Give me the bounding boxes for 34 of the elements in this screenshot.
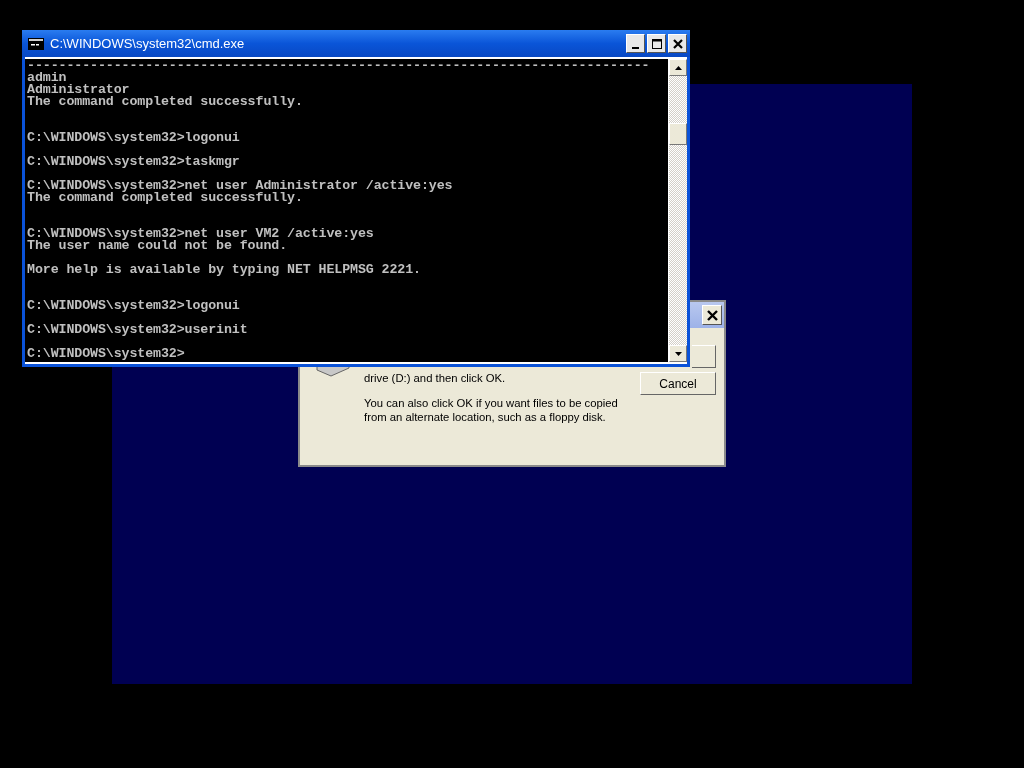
console-line: C:\WINDOWS\system32>userinit — [27, 324, 249, 336]
window-title: C:\WINDOWS\system32\cmd.exe — [50, 36, 246, 51]
console-line: C:\WINDOWS\system32>logonui — [27, 132, 241, 144]
maximize-icon — [651, 38, 662, 49]
close-button[interactable] — [668, 34, 687, 53]
console-icon — [28, 37, 44, 50]
console-line: More help is available by typing NET HELPMSG 2221. — [27, 264, 422, 276]
console-line: The user name could not be found. — [27, 240, 288, 252]
console-line: C:\WINDOWS\system32> — [27, 348, 186, 360]
cancel-button[interactable]: Cancel — [640, 372, 716, 395]
console-line: C:\WINDOWS\system32>net user VM2 /active:yes — [27, 228, 375, 240]
console-line: Administrator — [27, 84, 130, 96]
scrollbar[interactable] — [669, 59, 687, 362]
down-arrow-icon — [674, 351, 682, 356]
console-line: The command completed successfully. — [27, 192, 304, 204]
scroll-thumb[interactable] — [669, 123, 687, 145]
close-icon — [706, 309, 718, 321]
close-icon — [672, 38, 683, 49]
close-button[interactable] — [702, 305, 722, 325]
console-line: admin — [27, 72, 67, 84]
console-line: C:\WINDOWS\system32>logonui — [27, 300, 241, 312]
console-line: C:\WINDOWS\system32>taskmgr — [27, 156, 241, 168]
minimize-button[interactable] — [626, 34, 645, 53]
up-arrow-icon — [674, 65, 682, 70]
dialog-message: drive (D:) and then click OK. — [364, 371, 507, 385]
scroll-down-button[interactable] — [669, 345, 687, 362]
console-line: C:\WINDOWS\system32>net user Administrator /active:yes — [27, 180, 454, 192]
dialog-message: You can also click OK if you want files to be copied from an alternate location, such as a floppy disk. — [364, 396, 619, 424]
maximize-button[interactable] — [647, 34, 666, 53]
console-line: The command completed successfully. — [27, 96, 304, 108]
console-line: ------------------------------------------------------------------------------- — [27, 60, 651, 72]
minimize-icon — [632, 46, 639, 49]
scroll-up-button[interactable] — [669, 59, 687, 76]
dialog-button[interactable] — [692, 345, 716, 368]
